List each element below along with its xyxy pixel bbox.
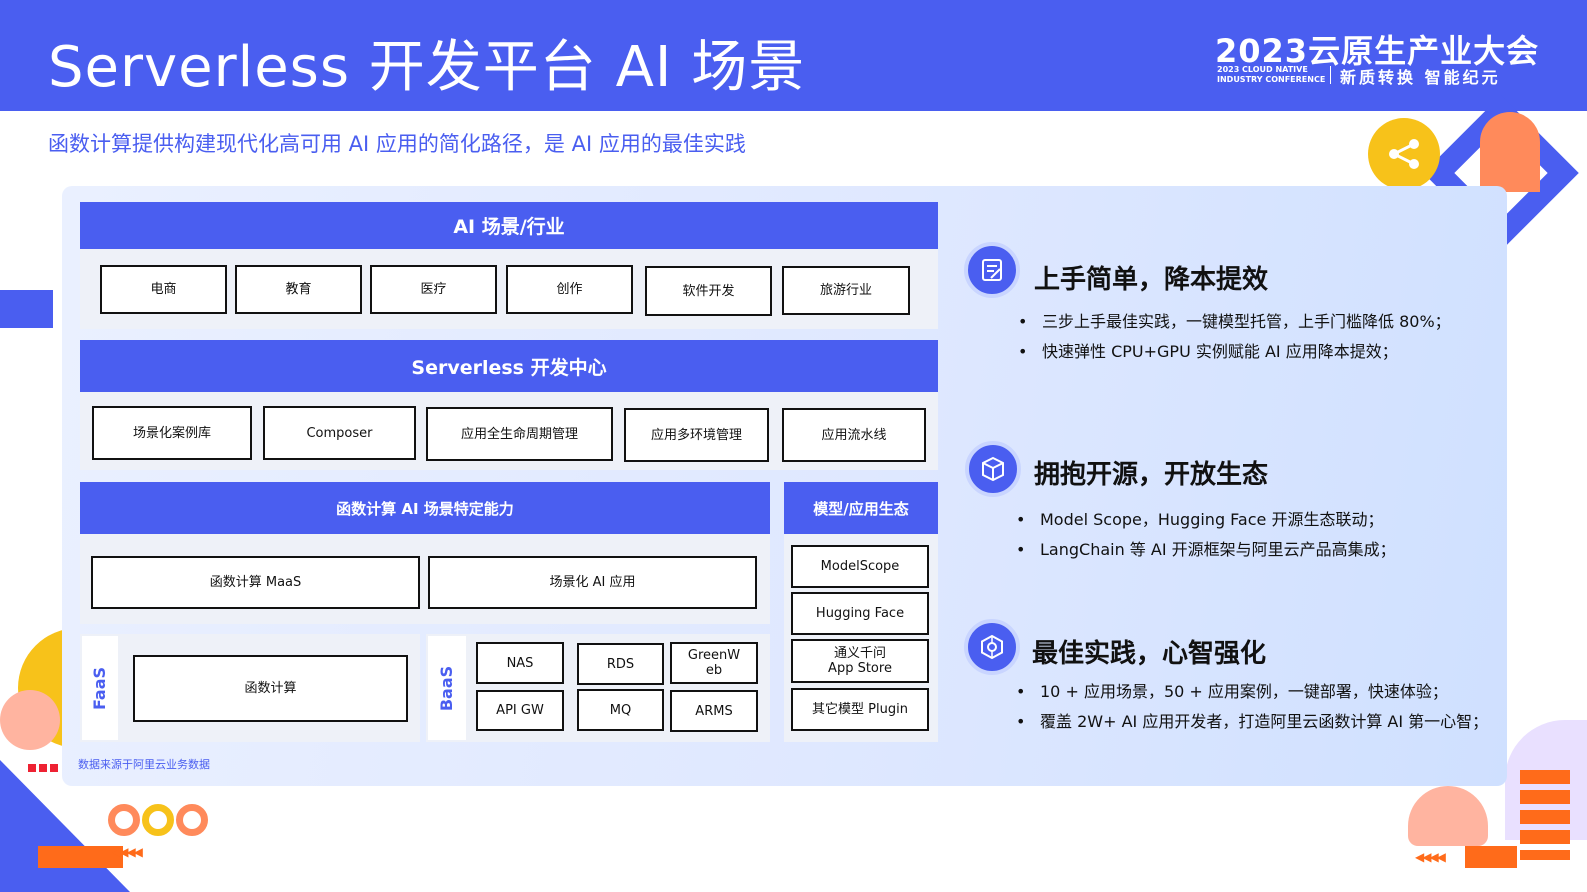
capability-item: 场景化 AI 应用: [428, 556, 757, 609]
bottom-right-orange-bar: [1465, 846, 1517, 868]
header-bar: Serverless 开发平台 AI 场景 2023云原生产业大会 2023 C…: [0, 0, 1587, 111]
baas-item: GreenW eb: [670, 642, 758, 684]
left-blue-block-decoration: [0, 290, 53, 328]
orange-shape-decoration: [1480, 112, 1540, 192]
feature-title: 最佳实践，心智强化: [1032, 639, 1267, 669]
dev-center-header: Serverless 开发中心: [80, 340, 938, 392]
ring-icon: [176, 804, 208, 836]
dev-center-item: Composer: [263, 406, 416, 460]
document-edit-icon: [964, 242, 1020, 298]
industry-item: 教育: [235, 265, 362, 314]
ecosystem-item: Hugging Face: [791, 592, 929, 635]
page-subtitle: 函数计算提供构建现代化高可用 AI 应用的简化路径，是 AI 应用的最佳实践: [48, 132, 746, 156]
feature-bullets: Model Scope，Hugging Face 开源生态联动； LangCha…: [1016, 505, 1396, 565]
rings-decoration: [108, 804, 218, 840]
cube-icon: [965, 441, 1021, 497]
feature-bullet: 快速弹性 CPU+GPU 实例赋能 AI 应用降本提效；: [1018, 337, 1451, 367]
conference-en-line2: INDUSTRY CONFERENCE: [1217, 75, 1326, 84]
faas-item: 函数计算: [133, 655, 408, 722]
baas-label: BaaS: [428, 636, 466, 740]
industry-item: 创作: [506, 265, 633, 314]
ring-icon: [108, 804, 140, 836]
conference-slogan: 新质转换 智能纪元: [1340, 68, 1501, 87]
ecosystem-header: 模型/应用生态: [784, 482, 938, 534]
baas-item: MQ: [577, 689, 664, 731]
bottom-left-orange-bar: [38, 846, 123, 868]
feature-bullets: 三步上手最佳实践，一键模型托管，上手门槛降低 80%； 快速弹性 CPU+GPU…: [1018, 307, 1451, 367]
feature-bullets: 10 + 应用场景，50 + 应用案例，一键部署，快速体验； 覆盖 2W+ AI…: [1016, 677, 1488, 737]
left-cloud-decoration: [0, 690, 60, 750]
conference-divider: [1330, 66, 1331, 84]
feature-bullet: 10 + 应用场景，50 + 应用案例，一键部署，快速体验；: [1016, 677, 1488, 707]
baas-item: ARMS: [670, 690, 758, 732]
ecosystem-item: 通义千问 App Store: [791, 639, 929, 683]
ecosystem-item: ModelScope: [791, 545, 929, 588]
dev-center-item: 应用全生命周期管理: [426, 407, 613, 461]
capability-header: 函数计算 AI 场景特定能力: [80, 482, 770, 534]
ring-icon: [142, 804, 174, 836]
feature-bullet: LangChain 等 AI 开源框架与阿里云产品高集成；: [1016, 535, 1396, 565]
industry-item: 医疗: [370, 265, 497, 314]
cloud-link-icon: [1408, 786, 1488, 846]
share-icon: [1368, 118, 1440, 190]
baas-item: RDS: [577, 643, 664, 685]
dev-center-item: 应用多环境管理: [624, 408, 769, 462]
arrows-decoration: ◀◀◀◀: [112, 845, 143, 859]
industry-item: 软件开发: [645, 266, 772, 316]
data-source-note: 数据来源于阿里云业务数据: [78, 758, 210, 771]
feature-bullet: 三步上手最佳实践，一键模型托管，上手门槛降低 80%；: [1018, 307, 1451, 337]
arrows-decoration: ◀◀◀◀: [1415, 850, 1446, 864]
baas-item: NAS: [476, 642, 564, 684]
faas-label: FaaS: [82, 636, 118, 740]
industry-item: 电商: [100, 265, 227, 314]
ecosystem-item: 其它模型 Plugin: [791, 688, 929, 731]
industry-header: AI 场景/行业: [80, 202, 938, 249]
feature-title: 拥抱开源，开放生态: [1034, 460, 1269, 490]
server-stack-decoration: [1520, 770, 1570, 860]
hexagon-network-icon: [964, 619, 1020, 675]
dev-center-item: 应用流水线: [782, 408, 926, 462]
conference-logo-en: 2023 CLOUD NATIVE INDUSTRY CONFERENCE: [1217, 65, 1327, 85]
feature-bullet: Model Scope，Hugging Face 开源生态联动；: [1016, 505, 1396, 535]
industry-item: 旅游行业: [782, 266, 910, 315]
feature-bullet: 覆盖 2W+ AI 应用开发者，打造阿里云函数计算 AI 第一心智；: [1016, 707, 1488, 737]
baas-item: API GW: [476, 690, 564, 731]
dev-center-item: 场景化案例库: [92, 406, 252, 460]
feature-title: 上手简单，降本提效: [1034, 265, 1269, 295]
page-title: Serverless 开发平台 AI 场景: [48, 35, 806, 100]
conference-en-line1: 2023 CLOUD NATIVE: [1217, 65, 1308, 74]
capability-item: 函数计算 MaaS: [91, 556, 420, 609]
